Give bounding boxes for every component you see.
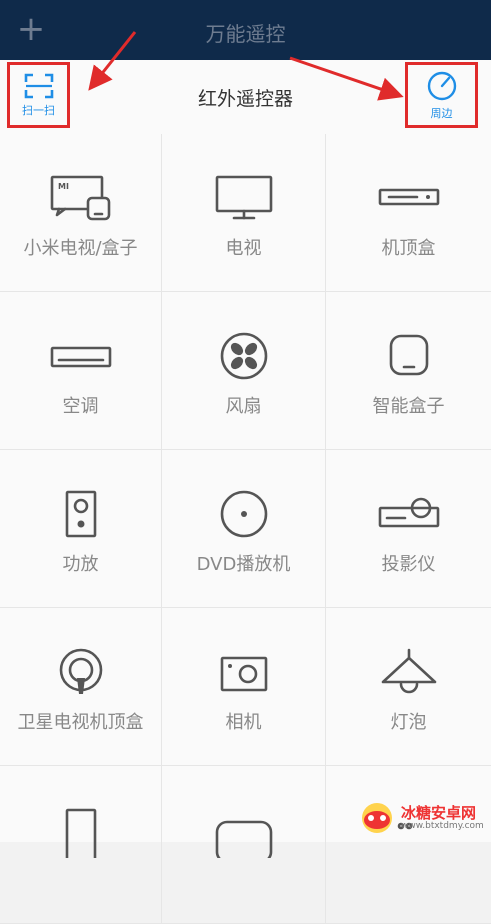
watermark-url: www.btxtdmy.com xyxy=(401,820,484,831)
svg-text:MI: MI xyxy=(58,182,69,191)
air-conditioner-icon xyxy=(50,346,111,368)
projector-icon xyxy=(378,497,439,528)
device-label: 小米电视/盒子 xyxy=(23,238,138,259)
device-label: 空调 xyxy=(62,396,99,417)
device-label: 功放 xyxy=(62,554,99,575)
device-tv[interactable]: 电视 xyxy=(162,134,326,292)
tablet-icon xyxy=(65,808,96,858)
device-projector[interactable]: 投影仪 xyxy=(326,450,491,608)
device-label: 电视 xyxy=(225,238,262,259)
device-rounded[interactable] xyxy=(162,766,326,924)
device-label: 投影仪 xyxy=(381,554,436,575)
smart-box-icon xyxy=(389,334,428,376)
device-satellite[interactable]: 卫星电视机顶盒 xyxy=(0,608,162,766)
top-bar: + 万能遥控 xyxy=(0,0,491,60)
device-camera[interactable]: 相机 xyxy=(162,608,326,766)
device-fan[interactable]: 风扇 xyxy=(162,292,326,450)
radar-icon xyxy=(427,71,456,100)
device-air-conditioner[interactable]: 空调 xyxy=(0,292,162,450)
device-label: DVD播放机 xyxy=(196,554,291,575)
device-label: 卫星电视机顶盒 xyxy=(17,712,144,733)
set-top-box-icon xyxy=(378,188,439,206)
device-label: 相机 xyxy=(225,712,262,733)
watermark: 冰糖安卓网 www.btxtdmy.com xyxy=(357,798,489,838)
device-label: 灯泡 xyxy=(390,712,427,733)
rounded-device-icon xyxy=(215,820,272,858)
device-smart-box[interactable]: 智能盒子 xyxy=(326,292,491,450)
header-bar: 扫一扫 红外遥控器 周边 xyxy=(0,60,491,135)
nearby-label: 周边 xyxy=(430,106,453,120)
device-label: 风扇 xyxy=(225,396,262,417)
device-speaker[interactable]: 功放 xyxy=(0,450,162,608)
candy-logo-icon xyxy=(362,803,392,833)
device-dvd[interactable]: DVD播放机 xyxy=(162,450,326,608)
device-label: 智能盒子 xyxy=(372,396,445,417)
dvd-icon xyxy=(220,490,267,538)
device-set-top-box[interactable]: 机顶盒 xyxy=(326,134,491,292)
device-mi-tv-box[interactable]: MI 小米电视/盒子 xyxy=(0,134,162,292)
camera-icon xyxy=(220,656,267,692)
fan-icon xyxy=(220,332,267,380)
app-title: 万能遥控 xyxy=(205,22,286,46)
device-label: 机顶盒 xyxy=(381,238,436,259)
tv-icon xyxy=(215,175,272,220)
device-grid: MI 小米电视/盒子 电视 机顶盒 空调 风扇 智能盒子 功放 DVD播放机 投… xyxy=(0,134,491,924)
watermark-name: 冰糖安卓网 xyxy=(401,803,477,822)
mi-tv-box-icon: MI xyxy=(50,175,110,221)
speaker-icon xyxy=(65,490,96,538)
device-tablet[interactable] xyxy=(0,766,162,924)
lamp-icon xyxy=(381,648,436,694)
device-lamp[interactable]: 灯泡 xyxy=(326,608,491,766)
device-more[interactable] xyxy=(326,766,491,924)
nearby-button[interactable]: 周边 xyxy=(405,62,478,128)
satellite-icon xyxy=(59,648,102,694)
